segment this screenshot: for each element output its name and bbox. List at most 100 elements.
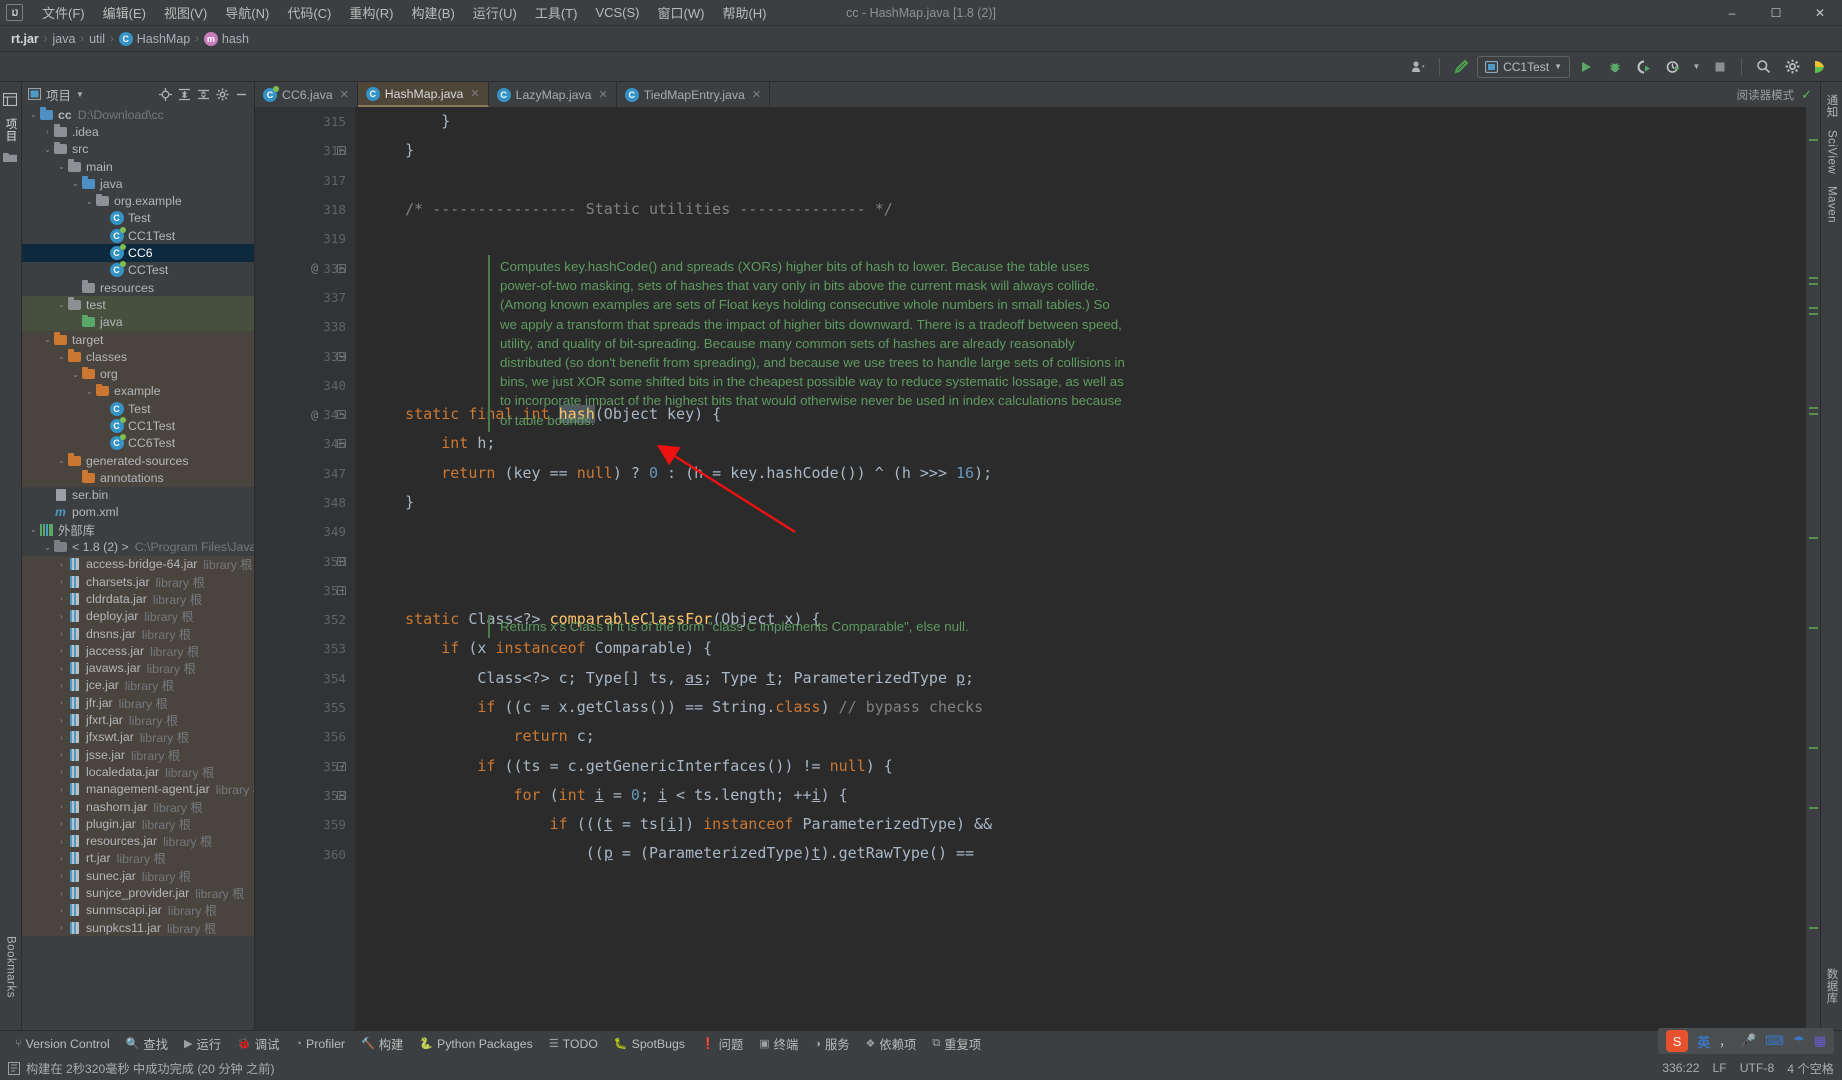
chevron-right-icon[interactable]: › xyxy=(56,889,67,898)
code-line[interactable]: } xyxy=(369,136,1806,165)
breadcrumb-item-rt.jar[interactable]: rt.jar xyxy=(8,31,42,47)
tree-item-test[interactable]: Test xyxy=(22,210,254,227)
bottom-tab-运行[interactable]: ▶ 运行 xyxy=(177,1032,228,1056)
gutter-line-354[interactable]: 354 xyxy=(255,664,355,693)
code-line[interactable] xyxy=(369,166,1806,195)
gutter-line-338[interactable]: 338 xyxy=(255,312,355,341)
tree-item-jsse-jar[interactable]: › jsse.jar library 根 xyxy=(22,745,254,764)
tree-item-deploy-jar[interactable]: › deploy.jar library 根 xyxy=(22,607,254,625)
gutter-line-340[interactable]: 340 xyxy=(255,371,355,400)
chevron-down-icon[interactable]: ⌄ xyxy=(56,456,67,465)
code-line[interactable] xyxy=(369,224,1806,253)
expand-all-icon[interactable] xyxy=(175,85,193,103)
breadcrumb-item-util[interactable]: util xyxy=(86,31,108,47)
gutter-line-315[interactable]: 315 xyxy=(255,107,355,136)
close-icon[interactable]: ✕ xyxy=(599,88,608,101)
code-editor[interactable]: 315−316 317 318 319 @ −336 337 338−339 340 @ −345−… xyxy=(255,107,1820,1030)
menu-item-6[interactable]: 构建(B) xyxy=(402,0,463,25)
tree-item-cc1test[interactable]: CC1Test xyxy=(22,416,254,435)
tree-item-jfxswt-jar[interactable]: › jfxswt.jar library 根 xyxy=(22,728,254,746)
hammer-icon[interactable] xyxy=(1448,55,1474,79)
fold-icon[interactable]: − xyxy=(337,790,346,800)
fold-icon[interactable]: − xyxy=(337,263,346,273)
run-configuration-selector[interactable]: CC1Test ▼ xyxy=(1477,55,1570,78)
tree-item-resources[interactable]: resources xyxy=(22,279,254,296)
menu-item-5[interactable]: 重构(R) xyxy=(340,0,402,25)
fold-icon[interactable]: − xyxy=(337,410,346,420)
tree-item-sunmscapi-jar[interactable]: › sunmscapi.jar library 根 xyxy=(22,901,254,919)
code-line[interactable]: /* ---------------- Static utilities ---… xyxy=(369,195,1806,224)
breadcrumb-item-java[interactable]: java xyxy=(49,31,78,47)
gutter-line-358[interactable]: −358 xyxy=(255,781,355,810)
chevron-right-icon[interactable]: › xyxy=(56,785,67,794)
code-line[interactable] xyxy=(369,576,1806,605)
profiler-icon[interactable] xyxy=(1660,55,1686,79)
bottom-tab-构建[interactable]: 🔨 构建 xyxy=(354,1032,410,1056)
tree-item-management-agent-jar[interactable]: › management-agent.jar library 根 xyxy=(22,780,254,798)
bottom-tab-spotbugs[interactable]: 🐛 SpotBugs xyxy=(607,1034,692,1054)
chevron-down-icon[interactable]: ⌄ xyxy=(70,179,81,188)
indent-setting[interactable]: 4 个空格 xyxy=(1787,1059,1834,1077)
close-icon[interactable]: ✕ xyxy=(752,88,761,101)
fold-icon[interactable]: − xyxy=(337,556,346,566)
code-line[interactable] xyxy=(369,546,1806,575)
ime-mode[interactable]: 英 xyxy=(1697,1032,1710,1051)
tree-item-java[interactable]: java xyxy=(22,313,254,331)
menu-item-7[interactable]: 运行(U) xyxy=(464,0,526,25)
keyboard-icon[interactable]: ⌨ xyxy=(1765,1033,1784,1049)
gutter-line-350[interactable]: −350 xyxy=(255,546,355,575)
chevron-down-icon[interactable]: ⌄ xyxy=(84,197,95,206)
close-icon[interactable]: ✕ xyxy=(470,87,479,100)
code-content[interactable]: } } /* ---------------- Static utilities… xyxy=(355,107,1806,1030)
locate-icon[interactable] xyxy=(156,85,174,103)
tree-item-cc1test[interactable]: CC1Test xyxy=(22,226,254,244)
sogou-icon[interactable]: S xyxy=(1666,1030,1689,1052)
bottom-tab-查找[interactable]: 🔍 查找 xyxy=(119,1032,175,1056)
editor-tab-CC6-java[interactable]: CC6.java ✕ xyxy=(255,82,358,107)
code-line[interactable]: ((p = (ParameterizedType)t).getRawType()… xyxy=(369,839,1806,868)
sidebar-item-bookmarks[interactable]: Bookmarks xyxy=(5,930,17,1004)
code-line[interactable]: } xyxy=(369,107,1806,136)
gutter-line-359[interactable]: 359 xyxy=(255,810,355,839)
chevron-right-icon[interactable]: › xyxy=(56,560,67,569)
hide-panel-icon[interactable] xyxy=(232,85,250,103)
project-tool-icon[interactable] xyxy=(2,92,19,107)
maximize-button[interactable]: ☐ xyxy=(1754,0,1798,26)
debug-bug-icon[interactable] xyxy=(1602,55,1628,79)
tree-item-pom-xml[interactable]: m pom.xml xyxy=(22,504,254,521)
tree-item-resources-jar[interactable]: › resources.jar library 根 xyxy=(22,832,254,850)
tree-item---1-8--2---[interactable]: ⌄ < 1.8 (2) > C:\Program Files\Java\jdk xyxy=(22,538,254,555)
tree-item-annotations[interactable]: annotations xyxy=(22,469,254,487)
tree-item-sunpkcs11-jar[interactable]: › sunpkcs11.jar library 根 xyxy=(22,918,254,937)
gutter-line-346[interactable]: −346 xyxy=(255,429,355,458)
chevron-down-icon[interactable]: ⌄ xyxy=(70,370,81,379)
gutter-line-347[interactable]: 347 xyxy=(255,459,355,488)
fold-icon[interactable]: − xyxy=(337,439,346,449)
chevron-right-icon[interactable]: › xyxy=(56,923,67,932)
tree-item-nashorn-jar[interactable]: › nashorn.jar library 根 xyxy=(22,797,254,816)
chevron-down-icon[interactable]: ⌄ xyxy=(56,162,67,171)
sidebar-item-project[interactable]: 项目 xyxy=(3,112,19,148)
code-line[interactable]: Class<?> c; Type[] ts, as; Type t; Param… xyxy=(369,664,1806,693)
chevron-right-icon[interactable]: › xyxy=(56,819,67,828)
ime-punctuation[interactable]: ， xyxy=(1719,1033,1731,1050)
chevron-right-icon[interactable]: › xyxy=(56,854,67,863)
editor-tab-LazyMap-java[interactable]: LazyMap.java ✕ xyxy=(489,82,617,107)
menu-item-8[interactable]: 工具(T) xyxy=(526,0,587,25)
gutter-line-356[interactable]: 356 xyxy=(255,722,355,751)
bottom-tab-python-packages[interactable]: 🐍 Python Packages xyxy=(412,1034,539,1054)
tree-item-jaccess-jar[interactable]: › jaccess.jar library 根 xyxy=(22,642,254,660)
line-separator[interactable]: LF xyxy=(1713,1061,1727,1075)
close-icon[interactable]: ✕ xyxy=(340,88,349,101)
umbrella-icon[interactable]: ☂ xyxy=(1793,1033,1805,1049)
annotation-marker[interactable]: @ xyxy=(311,408,318,422)
chevron-right-icon[interactable]: › xyxy=(56,612,67,621)
run-icon[interactable] xyxy=(1573,55,1599,79)
chevron-down-icon[interactable]: ⌄ xyxy=(56,300,67,309)
gutter-line-360[interactable]: 360 xyxy=(255,839,355,868)
tree-item-ser-bin[interactable]: ser.bin xyxy=(22,487,254,504)
chevron-right-icon[interactable]: › xyxy=(42,127,53,136)
gutter-line-318[interactable]: 318 xyxy=(255,195,355,224)
profiler-dropdown-icon[interactable]: ▼ xyxy=(1689,55,1704,79)
menu-item-3[interactable]: 导航(N) xyxy=(216,0,278,25)
